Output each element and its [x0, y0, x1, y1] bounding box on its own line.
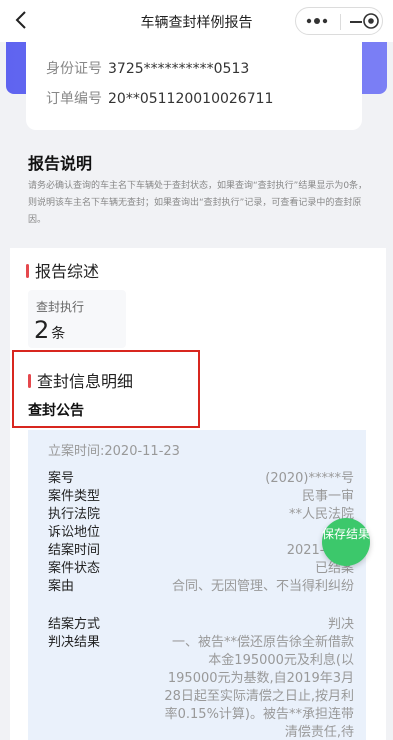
field-value: 合同、无因管理、不当得利纠纷 — [171, 579, 354, 594]
id-number-row: 身份证号 3725**********0513 — [46, 58, 249, 78]
field-row: 案号 (2020)*****号 — [48, 470, 354, 488]
section-marker — [28, 374, 31, 388]
field-key: 案号 — [48, 471, 75, 486]
summary-section-title: 报告综述 — [26, 258, 99, 282]
field-row: 执行法院 **人民法院 — [48, 506, 354, 524]
detail-heading-highlight: 查封信息明细 查封公告 — [12, 350, 200, 428]
field-row: 结案方式 判决 — [48, 616, 354, 634]
exec-count-number: 2 — [34, 316, 50, 344]
mini-program-capsule — [295, 7, 383, 35]
case-detail-card: 立案时间:2020-11-23 案号 (2020)*****号 案件类型 民事一… — [28, 430, 366, 740]
report-note-text: 请务必确认查询的车主名下车辆处于查封状态，如果查询“查封执行”结果显示为0条，则… — [28, 181, 368, 225]
order-number-row: 订单编号 20**051120010026711 — [46, 88, 273, 108]
identity-card: 身份证号 3725**********0513 订单编号 20**051120010… — [26, 42, 362, 130]
field-row: 诉讼地位 被告 — [48, 524, 354, 542]
capsule-divider — [340, 14, 341, 30]
field-key: 案件类型 — [48, 489, 101, 504]
field-value: (2020)*****号 — [265, 471, 354, 486]
save-result-button[interactable]: 保存结果 — [322, 518, 370, 566]
field-key: 执行法院 — [48, 507, 101, 522]
field-key: 判决结果 — [48, 635, 101, 650]
top-nav-bar: 车辆查封样例报告 — [0, 0, 393, 42]
order-number-label: 订单编号 — [46, 91, 102, 107]
close-target-icon[interactable] — [362, 12, 380, 30]
id-number-value: 3725**********0513 — [108, 61, 250, 77]
summary-title-text: 报告综述 — [35, 262, 100, 281]
field-row: 案件状态 已结案 — [48, 560, 354, 578]
detail-section-title: 查封信息明细 — [28, 368, 133, 392]
field-row: 判决结果 一、被告**偿还原告徐全新借款本金195000元及利息(以195000… — [48, 634, 354, 740]
field-row: 案件类型 民事一审 — [48, 488, 354, 506]
field-key: 结案时间 — [48, 543, 101, 558]
report-note-title: 报告说明 — [28, 154, 93, 173]
field-row: 结案时间 2021-02-.. — [48, 542, 354, 560]
field-value: 民事一审 — [301, 489, 354, 504]
detail-title-text: 查封信息明细 — [37, 372, 134, 391]
announcement-subtitle: 查封公告 — [28, 403, 84, 419]
exec-count-value: 2条 — [34, 316, 65, 344]
section-marker — [26, 264, 29, 278]
exec-count-unit: 条 — [51, 326, 66, 342]
field-key: 结案方式 — [48, 617, 101, 632]
id-number-label: 身份证号 — [46, 61, 102, 77]
filing-time: 立案时间:2020-11-23 — [48, 444, 180, 459]
more-dots-icon[interactable] — [302, 13, 332, 29]
field-value: 判决 — [327, 617, 354, 632]
field-key: 案件状态 — [48, 561, 101, 576]
field-value: 一、被告**偿还原告徐全新借款本金195000元及利息(以195000元为基数,… — [164, 635, 354, 740]
report-note-section: 报告说明 请务必确认查询的车主名下车辆处于查封状态，如果查询“查封执行”结果显示… — [18, 140, 386, 236]
field-row: 案由 合同、无因管理、不当得利纠纷 — [48, 578, 354, 616]
exec-count-card[interactable]: 查封执行 2条 — [28, 290, 126, 348]
exec-count-label: 查封执行 — [36, 300, 85, 314]
order-number-value: 20**051120010026711 — [108, 91, 274, 107]
field-key: 诉讼地位 — [48, 525, 101, 540]
field-key: 案由 — [48, 579, 75, 594]
